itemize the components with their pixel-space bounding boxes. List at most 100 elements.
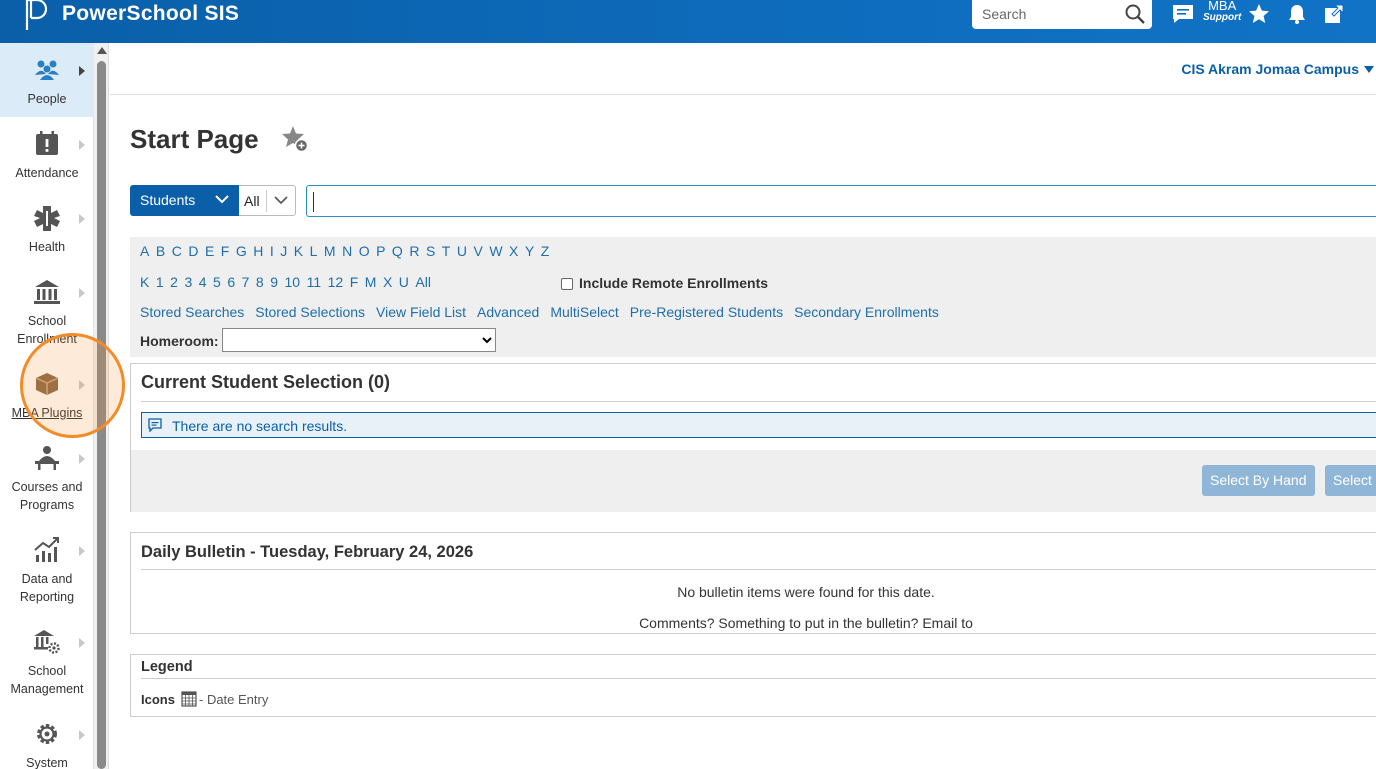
alphabet-link[interactable]: I <box>270 243 274 259</box>
alphabet-link[interactable]: E <box>205 243 214 259</box>
sidebar-item-school-management[interactable]: School Management <box>0 615 94 707</box>
add-favorite-star-icon[interactable] <box>280 124 310 154</box>
alphabet-link[interactable]: D <box>188 243 198 259</box>
school-gear-icon <box>34 630 60 654</box>
student-search-row: Students All <box>130 185 1376 217</box>
homeroom-select[interactable] <box>222 328 496 352</box>
grade-link[interactable]: 8 <box>256 274 264 290</box>
search-scope-dropdown[interactable]: All <box>239 185 296 216</box>
powerschool-logo-icon[interactable] <box>22 0 52 32</box>
grade-link[interactable]: 5 <box>213 274 221 290</box>
sidebar-item-data-and-reporting[interactable]: Data and Reporting <box>0 523 94 615</box>
legend-icons-label: Icons <box>141 692 175 707</box>
alphabet-link[interactable]: R <box>409 243 419 259</box>
bell-icon[interactable] <box>1285 2 1309 26</box>
grade-link[interactable]: 6 <box>227 274 235 290</box>
grade-link[interactable]: 12 <box>328 274 344 290</box>
search-category-label: Students <box>140 192 196 208</box>
alphabet-link[interactable]: S <box>426 243 435 259</box>
star-icon[interactable] <box>1247 2 1271 26</box>
external-link-icon[interactable] <box>1322 2 1346 26</box>
alphabet-link[interactable]: N <box>342 243 352 259</box>
search-icon[interactable] <box>1124 3 1146 25</box>
search-tool-link[interactable]: Stored Searches <box>140 304 244 320</box>
alphabet-link[interactable]: M <box>324 243 336 259</box>
search-tool-link[interactable]: Pre-Registered Students <box>630 304 783 320</box>
search-tool-link[interactable]: Advanced <box>477 304 539 320</box>
grade-link[interactable]: 4 <box>199 274 207 290</box>
search-tool-link[interactable]: Stored Selections <box>255 304 365 320</box>
grade-link[interactable]: 2 <box>170 274 178 290</box>
alphabet-link[interactable]: K <box>294 243 303 259</box>
sidebar-item-label: People <box>27 92 67 106</box>
grade-link[interactable]: 9 <box>270 274 278 290</box>
alphabet-link[interactable]: L <box>310 243 318 259</box>
alphabet-link[interactable]: X <box>509 243 518 259</box>
select-button[interactable]: Select <box>1325 465 1376 496</box>
sidebar-item-health[interactable]: Health <box>0 191 94 265</box>
grade-links: K 1 2 3 4 5 6 7 8 9 10 11 12 F M X U All <box>140 274 437 290</box>
alphabet-link[interactable]: T <box>442 243 451 259</box>
grade-link[interactable]: U <box>399 274 409 290</box>
alphabet-link[interactable]: A <box>140 243 149 259</box>
legend-title: Legend <box>141 659 193 675</box>
search-tool-link[interactable]: View Field List <box>376 304 466 320</box>
alphabet-link[interactable]: C <box>172 243 182 259</box>
include-remote-checkbox[interactable] <box>561 278 573 290</box>
mba-support-link[interactable]: MBA Support <box>1203 0 1241 24</box>
chevron-right-icon <box>79 140 85 150</box>
chart-icon <box>34 537 59 562</box>
sidebar-item-label: Data and <box>21 572 73 586</box>
search-tool-link[interactable]: MultiSelect <box>550 304 618 320</box>
alphabet-link[interactable]: W <box>489 243 502 259</box>
sidebar-item-system[interactable]: System <box>0 707 94 769</box>
grade-link[interactable]: All <box>415 274 431 290</box>
alphabet-link[interactable]: P <box>376 243 385 259</box>
message-icon <box>148 418 162 432</box>
alphabet-link[interactable]: H <box>253 243 263 259</box>
sidebar-item-attendance[interactable]: Attendance <box>0 117 94 191</box>
alphabet-link[interactable]: V <box>473 243 482 259</box>
grade-link[interactable]: F <box>350 274 359 290</box>
alphabet-link[interactable]: G <box>236 243 247 259</box>
sidebar-item-courses-and-programs[interactable]: Courses and Programs <box>0 431 94 523</box>
grade-link[interactable]: 1 <box>156 274 164 290</box>
alphabet-link[interactable]: U <box>457 243 467 259</box>
grade-link[interactable]: X <box>383 274 392 290</box>
no-results-text: There are no search results. <box>172 418 348 434</box>
calendar-icon <box>181 691 197 707</box>
school-building-icon <box>34 280 60 304</box>
alphabet-link[interactable]: B <box>156 243 165 259</box>
alphabet-link[interactable]: Y <box>525 243 534 259</box>
sidebar-item-label: Health <box>28 240 66 254</box>
global-search[interactable] <box>972 0 1152 29</box>
grade-link[interactable]: 10 <box>285 274 301 290</box>
select-by-hand-button[interactable]: Select By Hand <box>1202 465 1315 496</box>
people-icon <box>35 60 59 80</box>
selection-title: Current Student Selection (0) <box>141 372 391 392</box>
sidebar-item-people[interactable]: People <box>0 43 94 117</box>
global-search-input[interactable] <box>982 5 1122 23</box>
alphabet-link[interactable]: Z <box>541 243 550 259</box>
student-search-field[interactable] <box>306 185 1376 217</box>
chevron-right-icon <box>79 66 85 76</box>
student-search-input[interactable] <box>313 192 1363 212</box>
brand-title[interactable]: PowerSchool SIS <box>62 2 239 26</box>
campus-selector[interactable]: CIS Akram Jomaa Campus <box>1181 61 1359 77</box>
grade-link[interactable]: 7 <box>242 274 250 290</box>
chevron-down-icon[interactable] <box>1364 66 1374 73</box>
alphabet-link[interactable]: O <box>359 243 370 259</box>
alphabet-link[interactable]: Q <box>392 243 403 259</box>
search-tool-link[interactable]: Secondary Enrollments <box>794 304 939 320</box>
scroll-up-arrow-icon[interactable] <box>97 47 107 54</box>
search-tool-links: Stored Searches Stored Selections View Fie… <box>140 304 950 320</box>
grade-link[interactable]: M <box>365 274 377 290</box>
bulletin-empty-text: No bulletin items were found for this da… <box>677 584 935 600</box>
alphabet-link[interactable]: F <box>221 243 230 259</box>
grade-link[interactable]: K <box>140 274 149 290</box>
alphabet-link[interactable]: J <box>280 243 287 259</box>
chat-icon[interactable] <box>1171 2 1195 26</box>
grade-link[interactable]: 11 <box>307 274 322 290</box>
grade-link[interactable]: 3 <box>184 274 192 290</box>
search-category-dropdown[interactable]: Students <box>130 185 239 216</box>
